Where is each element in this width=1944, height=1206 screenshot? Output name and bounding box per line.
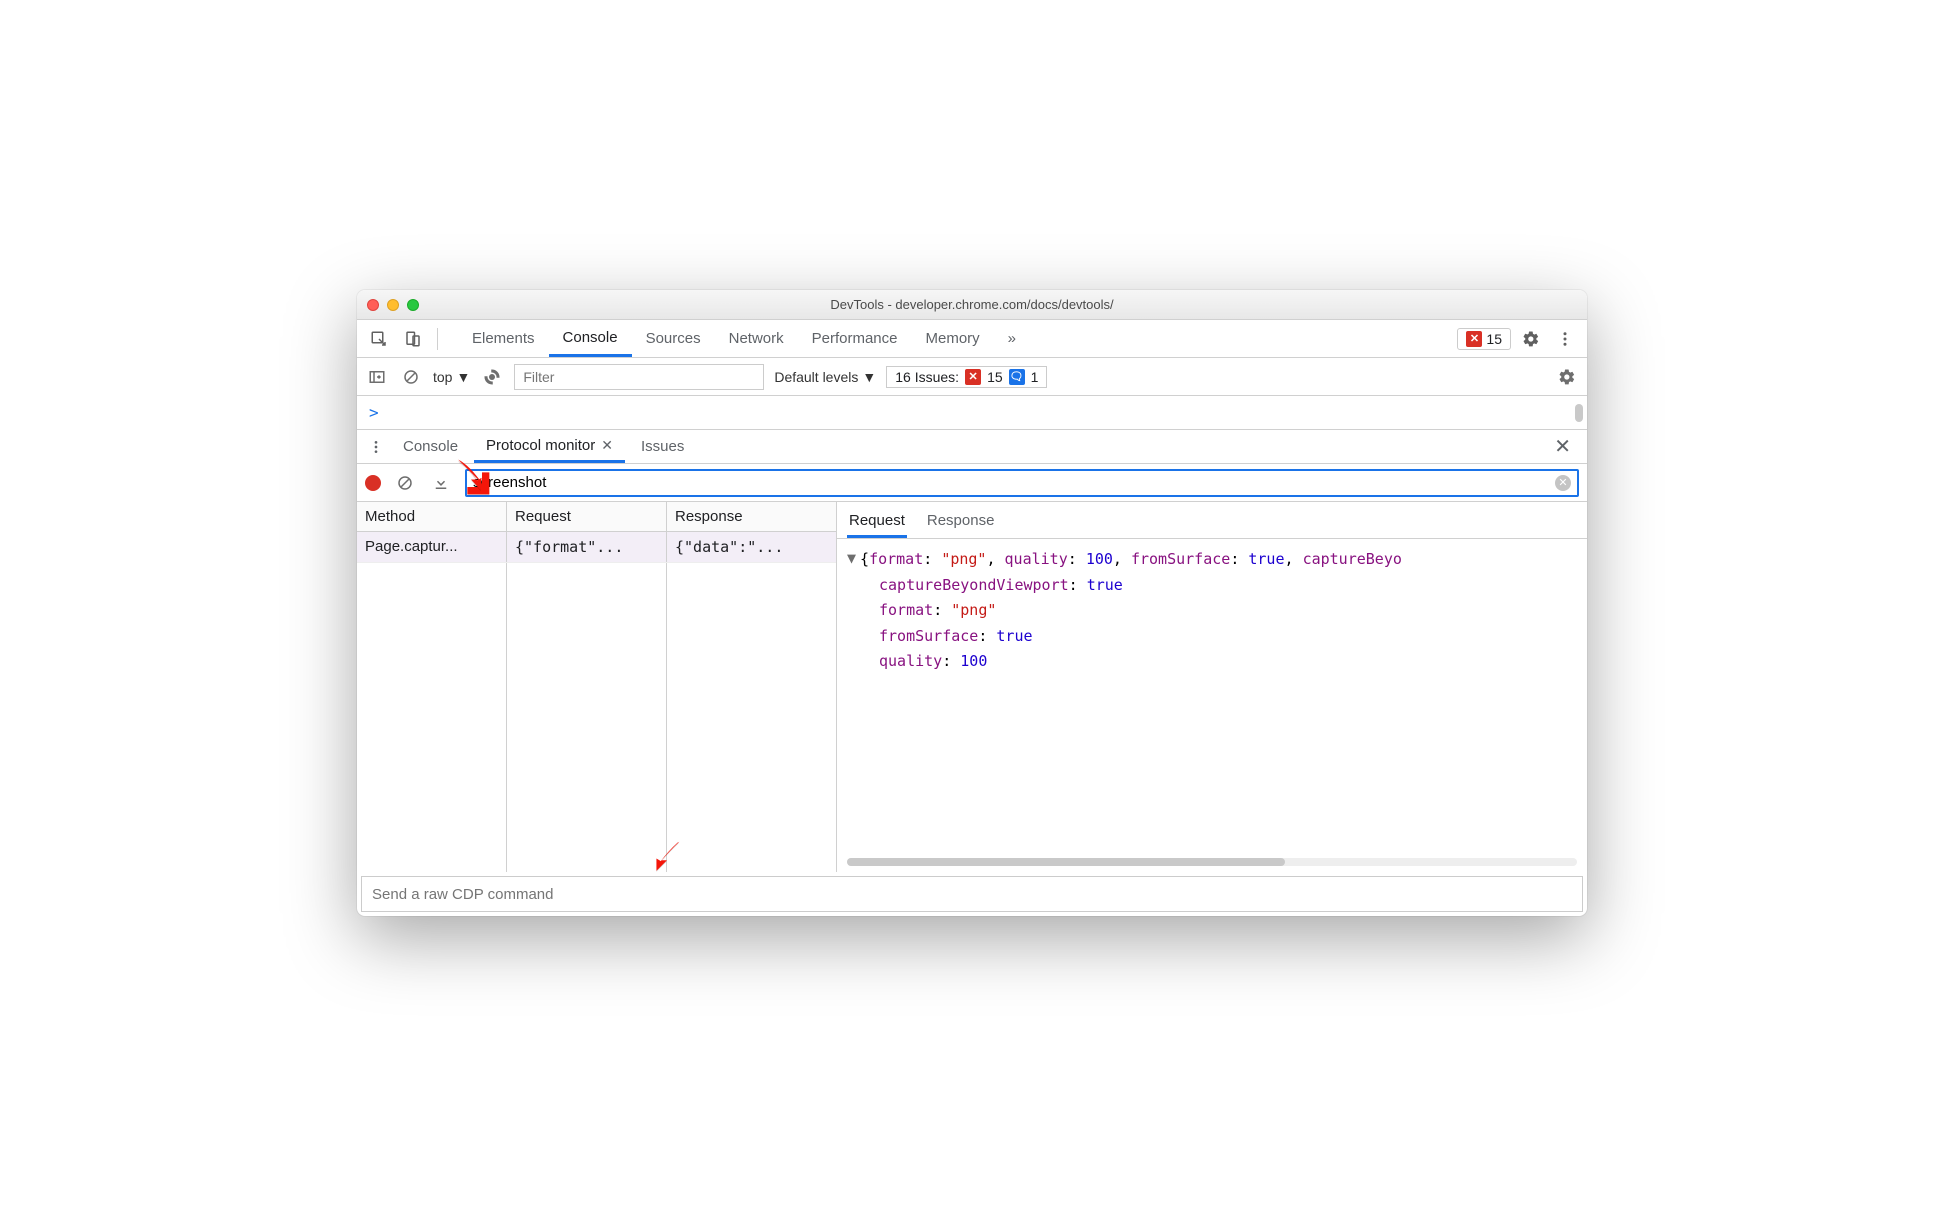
drawer-tab-protocol-monitor[interactable]: Protocol monitor ✕ <box>474 430 625 463</box>
error-count-badge[interactable]: ✕ 15 <box>1457 328 1511 350</box>
drawer-tab-label: Protocol monitor <box>486 437 595 454</box>
table-header: Method Request Response <box>357 502 836 532</box>
protocol-monitor-body: Method Request Response Page.captur... {… <box>357 502 1587 872</box>
live-expression-icon[interactable] <box>480 365 504 389</box>
json-viewer[interactable]: ▼{format: "png", quality: 100, fromSurfa… <box>837 539 1587 683</box>
issues-error-count: 15 <box>987 369 1003 385</box>
window-title: DevTools - developer.chrome.com/docs/dev… <box>357 297 1587 312</box>
table-row[interactable]: Page.captur... {"format"... {"data":"... <box>357 532 836 563</box>
search-input[interactable] <box>473 474 1555 491</box>
protocol-monitor-detail: Request Response ▼{format: "png", qualit… <box>837 502 1587 872</box>
device-toggle-icon[interactable] <box>399 325 427 353</box>
detail-tabs: Request Response <box>837 502 1587 539</box>
main-tabs: Elements Console Sources Network Perform… <box>458 320 1030 357</box>
context-label: top <box>433 369 452 385</box>
drawer-tab-console[interactable]: Console <box>391 430 470 463</box>
window-minimize-button[interactable] <box>387 299 399 311</box>
protocol-monitor-search[interactable]: ✕ <box>465 469 1579 497</box>
drawer-tab-label: Console <box>403 438 458 455</box>
cell-request: {"format"... <box>507 532 667 562</box>
col-response[interactable]: Response <box>667 502 836 531</box>
window-close-button[interactable] <box>367 299 379 311</box>
main-toolbar: Elements Console Sources Network Perform… <box>357 320 1587 358</box>
console-prompt-icon: > <box>369 403 379 422</box>
cdp-command-input[interactable] <box>372 886 1572 903</box>
clear-search-icon[interactable]: ✕ <box>1555 475 1571 491</box>
drawer-tab-issues[interactable]: Issues <box>629 430 696 463</box>
close-icon[interactable]: ✕ <box>601 437 613 454</box>
clear-console-icon[interactable] <box>399 365 423 389</box>
tab-elements[interactable]: Elements <box>458 320 549 357</box>
tab-performance[interactable]: Performance <box>798 320 912 357</box>
gear-icon[interactable] <box>1517 325 1545 353</box>
record-button[interactable] <box>365 475 381 491</box>
drawer-tab-label: Issues <box>641 438 684 455</box>
cell-method: Page.captur... <box>357 532 507 562</box>
tab-console[interactable]: Console <box>549 320 632 357</box>
inspect-element-icon[interactable] <box>365 325 393 353</box>
error-count: 15 <box>1486 331 1502 347</box>
traffic-lights <box>367 299 419 311</box>
clear-icon[interactable] <box>393 471 417 495</box>
scrollbar-thumb[interactable] <box>1575 404 1583 422</box>
console-input-row[interactable]: > <box>357 396 1587 430</box>
divider <box>437 328 438 350</box>
cdp-command-input-wrapper[interactable] <box>361 876 1583 912</box>
window-titlebar: DevTools - developer.chrome.com/docs/dev… <box>357 290 1587 320</box>
table-body-spacer <box>357 563 836 872</box>
scrollbar-thumb[interactable] <box>847 858 1285 866</box>
chevron-down-icon: ▼ <box>456 369 470 385</box>
log-levels-dropdown[interactable]: Default levels ▼ <box>774 369 876 385</box>
tab-network[interactable]: Network <box>715 320 798 357</box>
log-levels-label: Default levels <box>774 369 858 385</box>
issues-summary[interactable]: 16 Issues: ✕ 15 🗨 1 <box>886 366 1047 388</box>
console-toolbar: top ▼ Default levels ▼ 16 Issues: ✕ 15 🗨… <box>357 358 1587 396</box>
sidebar-toggle-icon[interactable] <box>365 365 389 389</box>
window-maximize-button[interactable] <box>407 299 419 311</box>
filter-input[interactable] <box>514 364 764 390</box>
protocol-monitor-table: Method Request Response Page.captur... {… <box>357 502 837 872</box>
kebab-menu-icon[interactable] <box>1551 325 1579 353</box>
detail-tab-response[interactable]: Response <box>925 506 997 538</box>
error-icon: ✕ <box>1466 331 1482 347</box>
drawer-tabs: Console Protocol monitor ✕ Issues ✕ <box>357 430 1587 464</box>
gear-icon[interactable] <box>1555 365 1579 389</box>
issues-info-count: 1 <box>1031 369 1039 385</box>
devtools-window: DevTools - developer.chrome.com/docs/dev… <box>357 290 1587 916</box>
download-icon[interactable] <box>429 471 453 495</box>
col-request[interactable]: Request <box>507 502 667 531</box>
kebab-menu-icon[interactable] <box>365 439 387 455</box>
tab-memory[interactable]: Memory <box>912 320 994 357</box>
drawer-close-button[interactable]: ✕ <box>1546 434 1579 459</box>
cell-response: {"data":"... <box>667 532 836 562</box>
horizontal-scrollbar[interactable] <box>847 858 1577 866</box>
context-selector[interactable]: top ▼ <box>433 369 470 385</box>
chevron-down-icon: ▼ <box>862 369 876 385</box>
detail-tab-request[interactable]: Request <box>847 506 907 538</box>
error-icon: ✕ <box>965 369 981 385</box>
disclosure-triangle-icon[interactable]: ▼ <box>847 546 856 572</box>
protocol-monitor-toolbar: ✕ <box>357 464 1587 502</box>
tabs-overflow[interactable]: » <box>994 320 1030 357</box>
col-method[interactable]: Method <box>357 502 507 531</box>
info-icon: 🗨 <box>1009 369 1025 385</box>
issues-label: 16 Issues: <box>895 369 959 385</box>
tab-sources[interactable]: Sources <box>632 320 715 357</box>
